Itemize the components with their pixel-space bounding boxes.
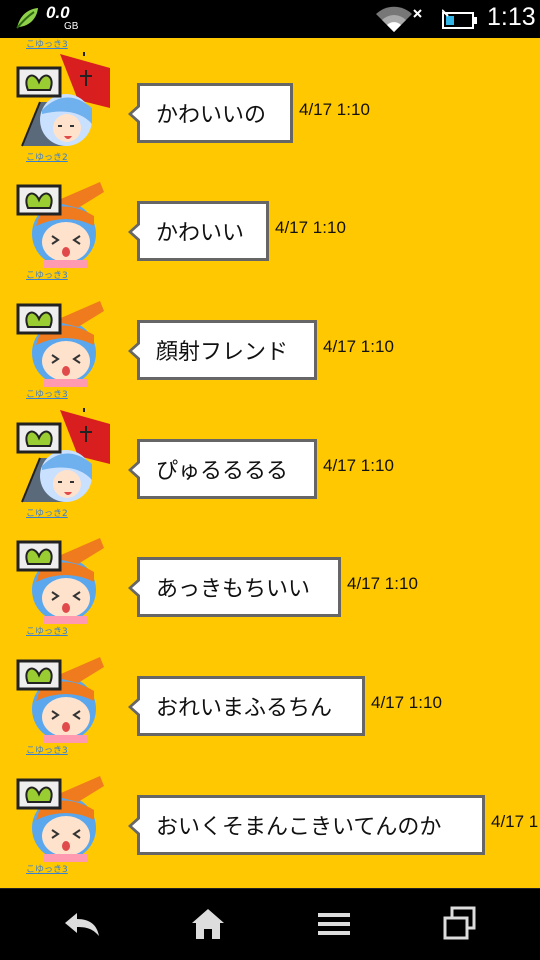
navigation-bar [0,888,540,960]
home-icon [192,909,224,939]
message-text: 顔射フレンド [156,340,289,365]
message-bubble[interactable]: 顔射フレンド [128,320,317,380]
recent-apps-icon [443,906,476,940]
message-bubble[interactable]: おれいまふるちん [128,676,365,736]
chat-message-row: こゆっき3 顔射フレンド 4/17 1:10 [0,287,540,406]
message-bubble[interactable]: あっきもちいい [128,557,341,617]
bubble-tail [132,224,141,240]
message-text: あっきもちいい [156,577,311,602]
umbrella-girl-avatar[interactable] [14,406,110,506]
wifi-icon [374,6,424,37]
bubble-tail [132,106,141,122]
chat-message-row: こゆっき3 あっきもちいい 4/17 1:10 [0,524,540,643]
message-bubble[interactable]: ぴゅるるるる [128,439,317,499]
bubble-tail [132,580,141,596]
username-link[interactable]: こゆっき2 [26,506,68,519]
leaf-icon [14,5,40,36]
message-timestamp: 4/17 1:10 [323,456,394,475]
message-timestamp: 4/17 1:10 [323,337,394,356]
chat-message-list[interactable]: こゆっき3 こゆっき2 かわいいの 4/17 1:10 こゆっき3 かわいい 4/17 … [0,38,540,888]
message-text: かわいい [156,221,245,246]
username-link[interactable]: こゆっき2 [26,150,68,163]
username-link[interactable]: こゆっき3 [26,38,68,50]
back-button[interactable] [38,888,128,960]
chat-message-row: こゆっき2 ぴゅるるるる 4/17 1:10 [0,406,540,525]
chat-message-row: こゆっき3 かわいい 4/17 1:10 [0,168,540,287]
message-text: かわいいの [156,103,267,128]
username-link[interactable]: こゆっき3 [26,743,68,756]
blue-hair-girl-avatar[interactable] [14,524,110,624]
bubble-tail [132,699,141,715]
message-text: おれいまふるちん [156,696,333,721]
chat-message-row: こゆっき3 おいくそまんこきいてんのか 4/17 1 [0,762,540,881]
data-usage-value: 0.0 [46,3,70,22]
status-clock: 1:13 [487,3,536,31]
message-bubble[interactable]: かわいいの [128,83,293,143]
message-timestamp: 4/17 1:10 [299,100,370,119]
back-icon [65,913,99,936]
message-bubble[interactable]: おいくそまんこきいてんのか [128,795,485,855]
menu-button[interactable] [289,888,379,960]
username-link[interactable]: こゆっき3 [26,862,68,875]
message-text: ぴゅるるるる [156,459,289,484]
blue-hair-girl-avatar[interactable] [14,643,110,743]
blue-hair-girl-avatar[interactable] [14,168,110,268]
umbrella-girl-avatar[interactable] [14,50,110,150]
message-text: おいくそまんこきいてんのか [156,815,442,840]
data-usage-unit: GB [64,21,79,32]
message-bubble[interactable]: かわいい [128,201,269,261]
blue-hair-girl-avatar[interactable] [14,762,110,862]
home-button[interactable] [163,888,253,960]
message-timestamp: 4/17 1:10 [347,574,418,593]
blue-hair-girl-avatar[interactable] [14,287,110,387]
username-link[interactable]: こゆっき3 [26,624,68,637]
username-link[interactable]: こゆっき3 [26,387,68,400]
message-timestamp: 4/17 1:10 [371,693,442,712]
battery-icon [441,8,478,35]
message-timestamp: 4/17 1 [491,812,539,831]
bubble-tail [132,343,141,359]
bubble-tail [132,818,141,834]
chat-message-row: こゆっき2 かわいいの 4/17 1:10 [0,50,540,169]
recent-apps-button[interactable] [415,888,505,960]
menu-icon [318,913,350,935]
chat-message-row: こゆっき3 おれいまふるちん 4/17 1:10 [0,643,540,762]
message-timestamp: 4/17 1:10 [275,218,346,237]
status-bar: 0.0 GB 1:13 [0,0,540,38]
username-link[interactable]: こゆっき3 [26,268,68,281]
bubble-tail [132,462,141,478]
